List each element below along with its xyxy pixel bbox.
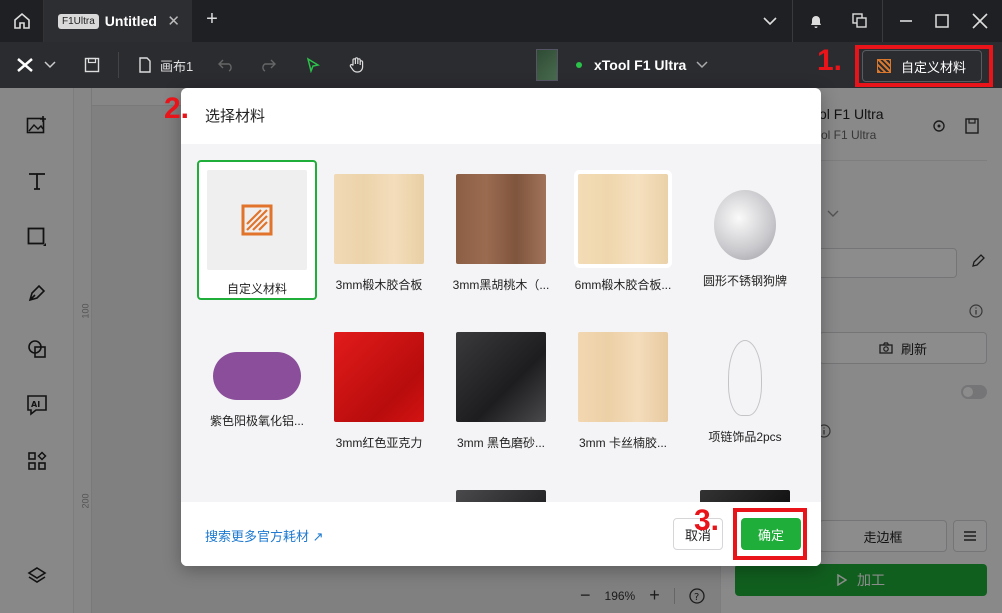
material-card-black-card[interactable] xyxy=(685,476,805,502)
material-card-dark-sheet[interactable] xyxy=(441,476,561,502)
bell-icon xyxy=(811,16,821,28)
windows-icon xyxy=(852,13,867,28)
material-thumbnail xyxy=(578,332,668,422)
notification-button[interactable] xyxy=(794,0,838,42)
maximize-icon xyxy=(935,14,949,28)
chevron-down-icon xyxy=(44,61,56,69)
search-more-materials-link[interactable]: 搜索更多官方耗材 ↗ xyxy=(205,526,324,545)
material-card-basswood2[interactable]: 6mm椴木胶合板... xyxy=(563,160,683,300)
undo-button[interactable] xyxy=(218,54,234,76)
material-thumbnail xyxy=(334,174,424,264)
document-icon xyxy=(139,57,151,73)
material-thumbnail xyxy=(334,332,424,422)
close-window-button[interactable] xyxy=(958,0,1002,42)
dialog-title: 选择材料 xyxy=(205,108,266,125)
redo-icon xyxy=(262,59,276,72)
material-thumbnail xyxy=(728,340,762,416)
material-thumbnail xyxy=(578,174,668,264)
material-card-walnut[interactable]: 3mm黑胡桃木（... xyxy=(441,160,561,300)
material-card-dark-card[interactable] xyxy=(563,476,683,502)
machine-selector[interactable]: xTool F1 Ultra xyxy=(536,47,708,83)
material-card-custom[interactable]: 自定义材料 xyxy=(197,160,317,300)
redo-button[interactable] xyxy=(260,54,276,76)
document-tab[interactable]: F1Ultra Untitled ✕ xyxy=(44,0,192,42)
material-card-basswood[interactable]: 3mm椴木胶合板 xyxy=(319,160,439,300)
undo-icon xyxy=(218,59,232,72)
dialog-footer: 搜索更多官方耗材 ↗ 取消 确定 xyxy=(181,502,821,566)
close-icon xyxy=(972,13,988,29)
tabs-dropdown-button[interactable] xyxy=(748,0,792,42)
material-card-label: 紫色阳极氧化铝... xyxy=(209,414,304,428)
material-card-black-matte[interactable]: 3mm 黑色磨砂... xyxy=(441,318,561,458)
material-card-label: 自定义材料 xyxy=(226,282,287,296)
material-card-round-tag[interactable]: 圆形不锈钢狗牌 xyxy=(685,160,805,300)
connection-status-dot xyxy=(576,62,582,68)
xtool-logo-icon xyxy=(17,58,33,72)
material-card-label: 3mm 黑色磨砂... xyxy=(456,436,545,450)
title-bar: F1Ultra Untitled ✕ + xyxy=(0,0,1002,42)
material-card-label: 3mm 卡丝楠胶... xyxy=(578,436,667,450)
save-icon xyxy=(84,57,100,73)
material-card-heart-tag[interactable] xyxy=(319,476,439,502)
home-icon xyxy=(13,12,30,29)
new-tab-button[interactable]: + xyxy=(200,8,224,31)
material-card-label: 3mm椴木胶合板 xyxy=(335,278,423,292)
material-card-label: 圆形不锈钢狗牌 xyxy=(702,274,787,288)
material-thumbnail xyxy=(456,332,546,422)
minimize-icon xyxy=(900,20,912,22)
material-thumbnail xyxy=(456,174,546,264)
material-card-label: 3mm黑胡桃木（... xyxy=(452,278,550,292)
chevron-down-icon xyxy=(763,17,777,26)
select-tool-button[interactable] xyxy=(306,54,320,76)
custom-material-icon xyxy=(241,204,273,236)
material-card-label: 6mm椴木胶合板... xyxy=(574,278,672,292)
material-card-label: 项链饰品2pcs xyxy=(708,430,782,444)
material-card-green-bone[interactable] xyxy=(197,476,317,502)
home-button[interactable] xyxy=(0,0,44,42)
material-card-label: 3mm红色亚克力 xyxy=(335,436,423,450)
tab-title: Untitled xyxy=(104,13,157,29)
machine-image xyxy=(536,49,558,81)
app-menu-button[interactable] xyxy=(16,54,56,76)
hand-icon xyxy=(349,57,364,73)
canvas-name: 画布1 xyxy=(160,58,194,74)
material-card-red-acrylic[interactable]: 3mm红色亚克力 xyxy=(319,318,439,458)
material-list: 自定义材料 3mm椴木胶合板 3mm黑胡桃木（... 6mm椴木胶合板... 圆形不锈钢… xyxy=(181,144,821,502)
chevron-down-icon xyxy=(696,61,708,69)
main-toolbar: 画布1 xTool F1 Ultra 自定义材料 xyxy=(0,42,1002,88)
select-material-dialog: 选择材料 自定义材料 3mm椴木胶合板 3mm黑胡桃木（... 6mm椴木胶合板...… xyxy=(181,88,821,566)
pointer-icon xyxy=(306,57,320,73)
material-thumbnail xyxy=(456,490,546,502)
highlight-custom-material xyxy=(855,45,993,87)
tab-close-icon[interactable]: ✕ xyxy=(167,12,180,30)
material-card-purple-bone[interactable]: 紫色阳极氧化铝... xyxy=(197,318,317,458)
windows-button[interactable] xyxy=(838,0,882,42)
machine-name: xTool F1 Ultra xyxy=(594,57,687,73)
material-card-kasnan[interactable]: 3mm 卡丝楠胶... xyxy=(563,318,683,458)
material-thumbnail xyxy=(700,490,790,502)
material-card-necklace[interactable]: 项链饰品2pcs xyxy=(685,318,805,458)
step-3-label: 3. xyxy=(694,504,720,537)
save-button[interactable] xyxy=(84,54,100,76)
tab-badge: F1Ultra xyxy=(58,13,99,29)
pan-tool-button[interactable] xyxy=(348,54,366,76)
step-1-label: 1. xyxy=(817,44,843,77)
highlight-confirm xyxy=(733,508,807,560)
material-thumbnail xyxy=(207,170,307,270)
material-thumbnail xyxy=(714,190,776,260)
material-thumbnail xyxy=(213,352,301,400)
canvas-selector[interactable]: 画布1 xyxy=(138,54,193,76)
step-2-label: 2. xyxy=(164,92,190,125)
